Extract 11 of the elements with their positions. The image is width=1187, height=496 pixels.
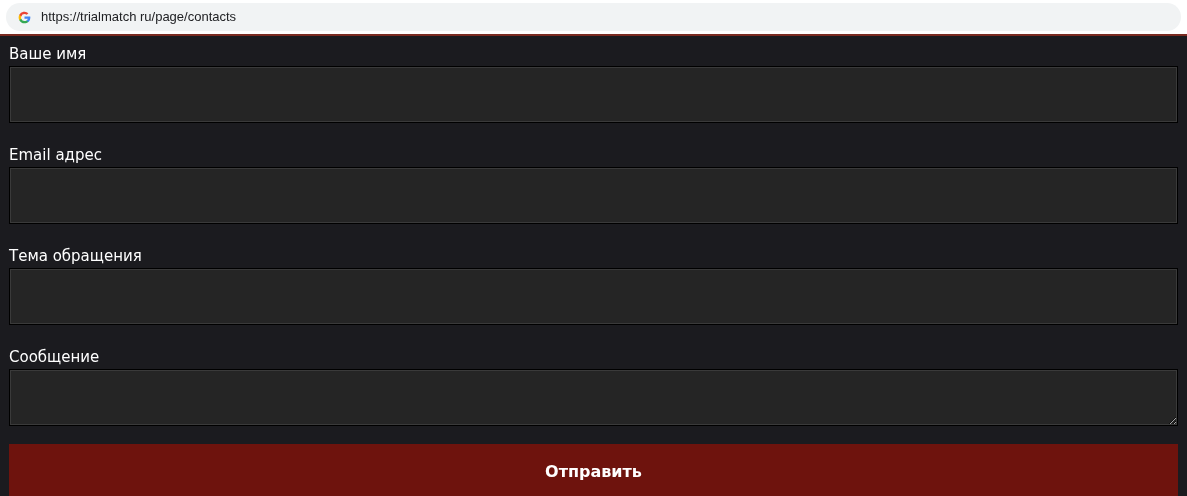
field-label: Email адрес [9,146,102,164]
field-label: Ваше имя [9,45,87,63]
field-label: Тема обращения [9,247,142,265]
google-icon [18,10,31,24]
input-field[interactable] [9,66,1178,123]
field-label: Сообщение [9,348,100,366]
address-bar-url[interactable]: https://trialmatch ru/page/contacts [41,7,237,27]
message-field[interactable] [9,369,1178,426]
submit-button[interactable]: Отправить [9,444,1178,496]
input-field[interactable] [9,167,1178,224]
input-field[interactable] [9,268,1178,325]
